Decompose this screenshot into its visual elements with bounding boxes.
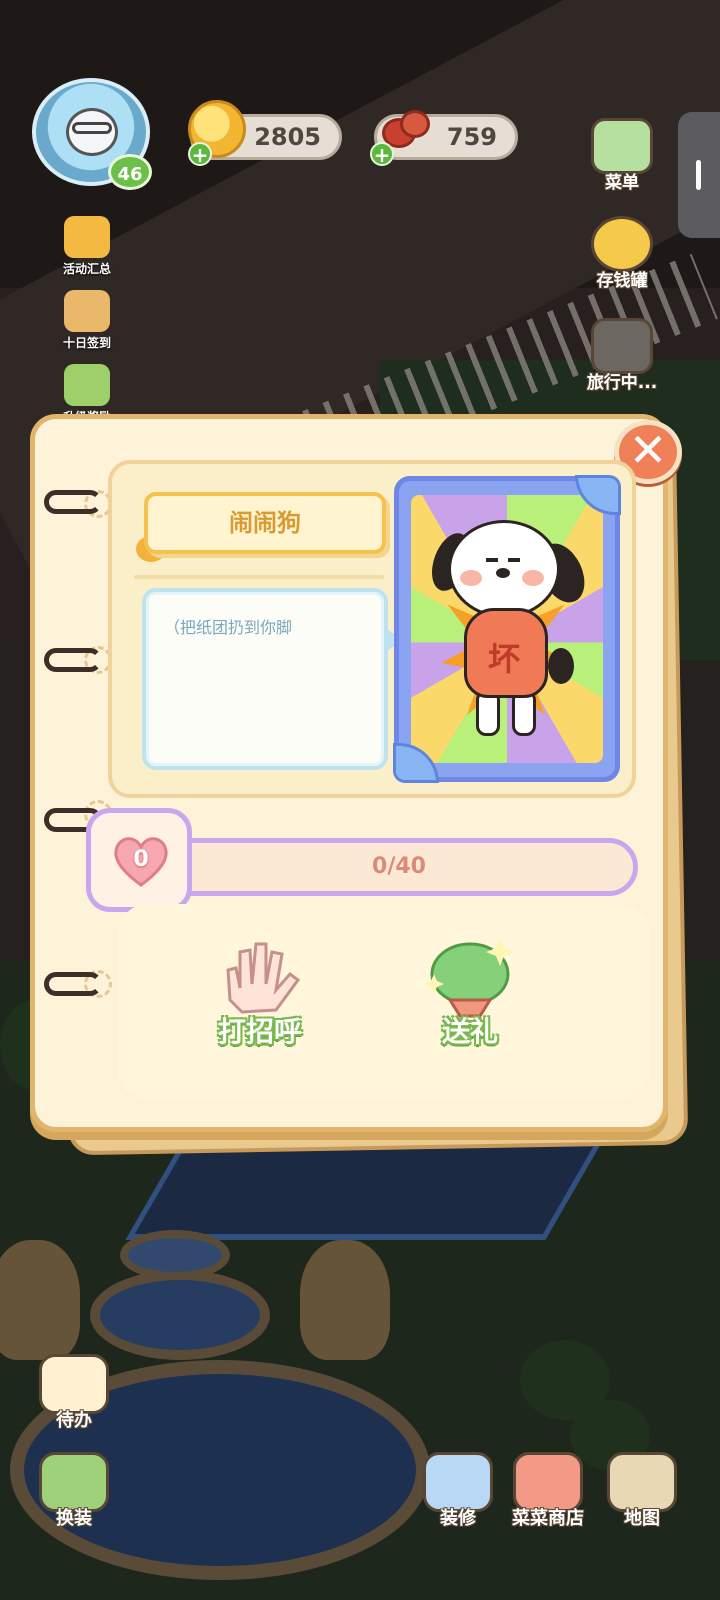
event-summary-icon (64, 216, 110, 258)
todo-button[interactable]: 待办 (28, 1354, 120, 1432)
coin-value: 2805 (254, 123, 321, 151)
menu-icon (591, 118, 653, 174)
affection-level-box: 0 (86, 808, 192, 912)
decorate-button[interactable]: 装修 (412, 1452, 504, 1530)
level-badge: 46 (108, 154, 152, 190)
map-button[interactable]: 地图 (596, 1452, 688, 1530)
shop-icon (513, 1452, 583, 1512)
speech-bubble: （把纸团扔到你脚 (142, 588, 402, 770)
menu-label: 菜单 (605, 173, 639, 193)
todo-icon (39, 1354, 109, 1414)
affection-level: 0 (133, 847, 149, 872)
event-summary-button[interactable]: 活动汇总 (42, 216, 132, 277)
greet-button[interactable]: 打招呼 (190, 930, 330, 1050)
map-icon (607, 1452, 677, 1512)
binder-ring (44, 972, 102, 996)
level-reward-icon (64, 364, 110, 406)
waving-hand-icon (210, 930, 310, 1020)
side-drawer-handle[interactable] (678, 112, 720, 238)
ten-day-checkin-label: 十日签到 (62, 336, 111, 350)
food-value: 759 (446, 123, 497, 151)
gift-bouquet-icon (420, 930, 520, 1020)
outfit-label: 换装 (56, 1508, 92, 1529)
menu-button[interactable]: 菜单 (580, 118, 664, 193)
decorate-label: 装修 (440, 1508, 476, 1529)
character-name: 闹闹狗 (144, 492, 386, 554)
close-icon: ✕ (628, 423, 668, 477)
ten-day-checkin-button[interactable]: 十日签到 (42, 290, 132, 351)
piggy-bank-button[interactable]: 存钱罐 (580, 216, 664, 291)
dog-shirt-text: 坏 (488, 640, 521, 678)
event-summary-label: 活动汇总 (62, 262, 111, 276)
binder-ring (44, 648, 102, 672)
add-coins-button[interactable]: + (188, 142, 212, 166)
shop-label: 菜菜商店 (512, 1508, 584, 1529)
add-food-button[interactable]: + (370, 142, 394, 166)
travel-button[interactable]: 旅行中... (580, 318, 664, 393)
outfit-icon (39, 1452, 109, 1512)
ten-day-checkin-icon (64, 290, 110, 332)
todo-label: 待办 (56, 1410, 92, 1431)
travel-label: 旅行中... (586, 373, 658, 393)
piggy-bank-icon (591, 216, 653, 272)
affection-progress-text: 0/40 (372, 854, 426, 879)
affection-progress-bar: 0/40 (160, 838, 638, 896)
decorate-icon (423, 1452, 493, 1512)
camera-icon (591, 318, 653, 374)
binder-ring (44, 490, 102, 514)
outfit-button[interactable]: 换装 (28, 1452, 120, 1530)
dog-character: 坏 (424, 520, 594, 750)
piggy-bank-label: 存钱罐 (596, 271, 648, 291)
panel-divider (134, 575, 384, 579)
speech-text: （把纸团扔到你脚 (164, 618, 293, 637)
map-label: 地图 (624, 1508, 660, 1529)
shop-button[interactable]: 菜菜商店 (498, 1452, 598, 1530)
avatar-glasses (72, 122, 112, 134)
gift-button[interactable]: 送礼 (400, 930, 540, 1050)
